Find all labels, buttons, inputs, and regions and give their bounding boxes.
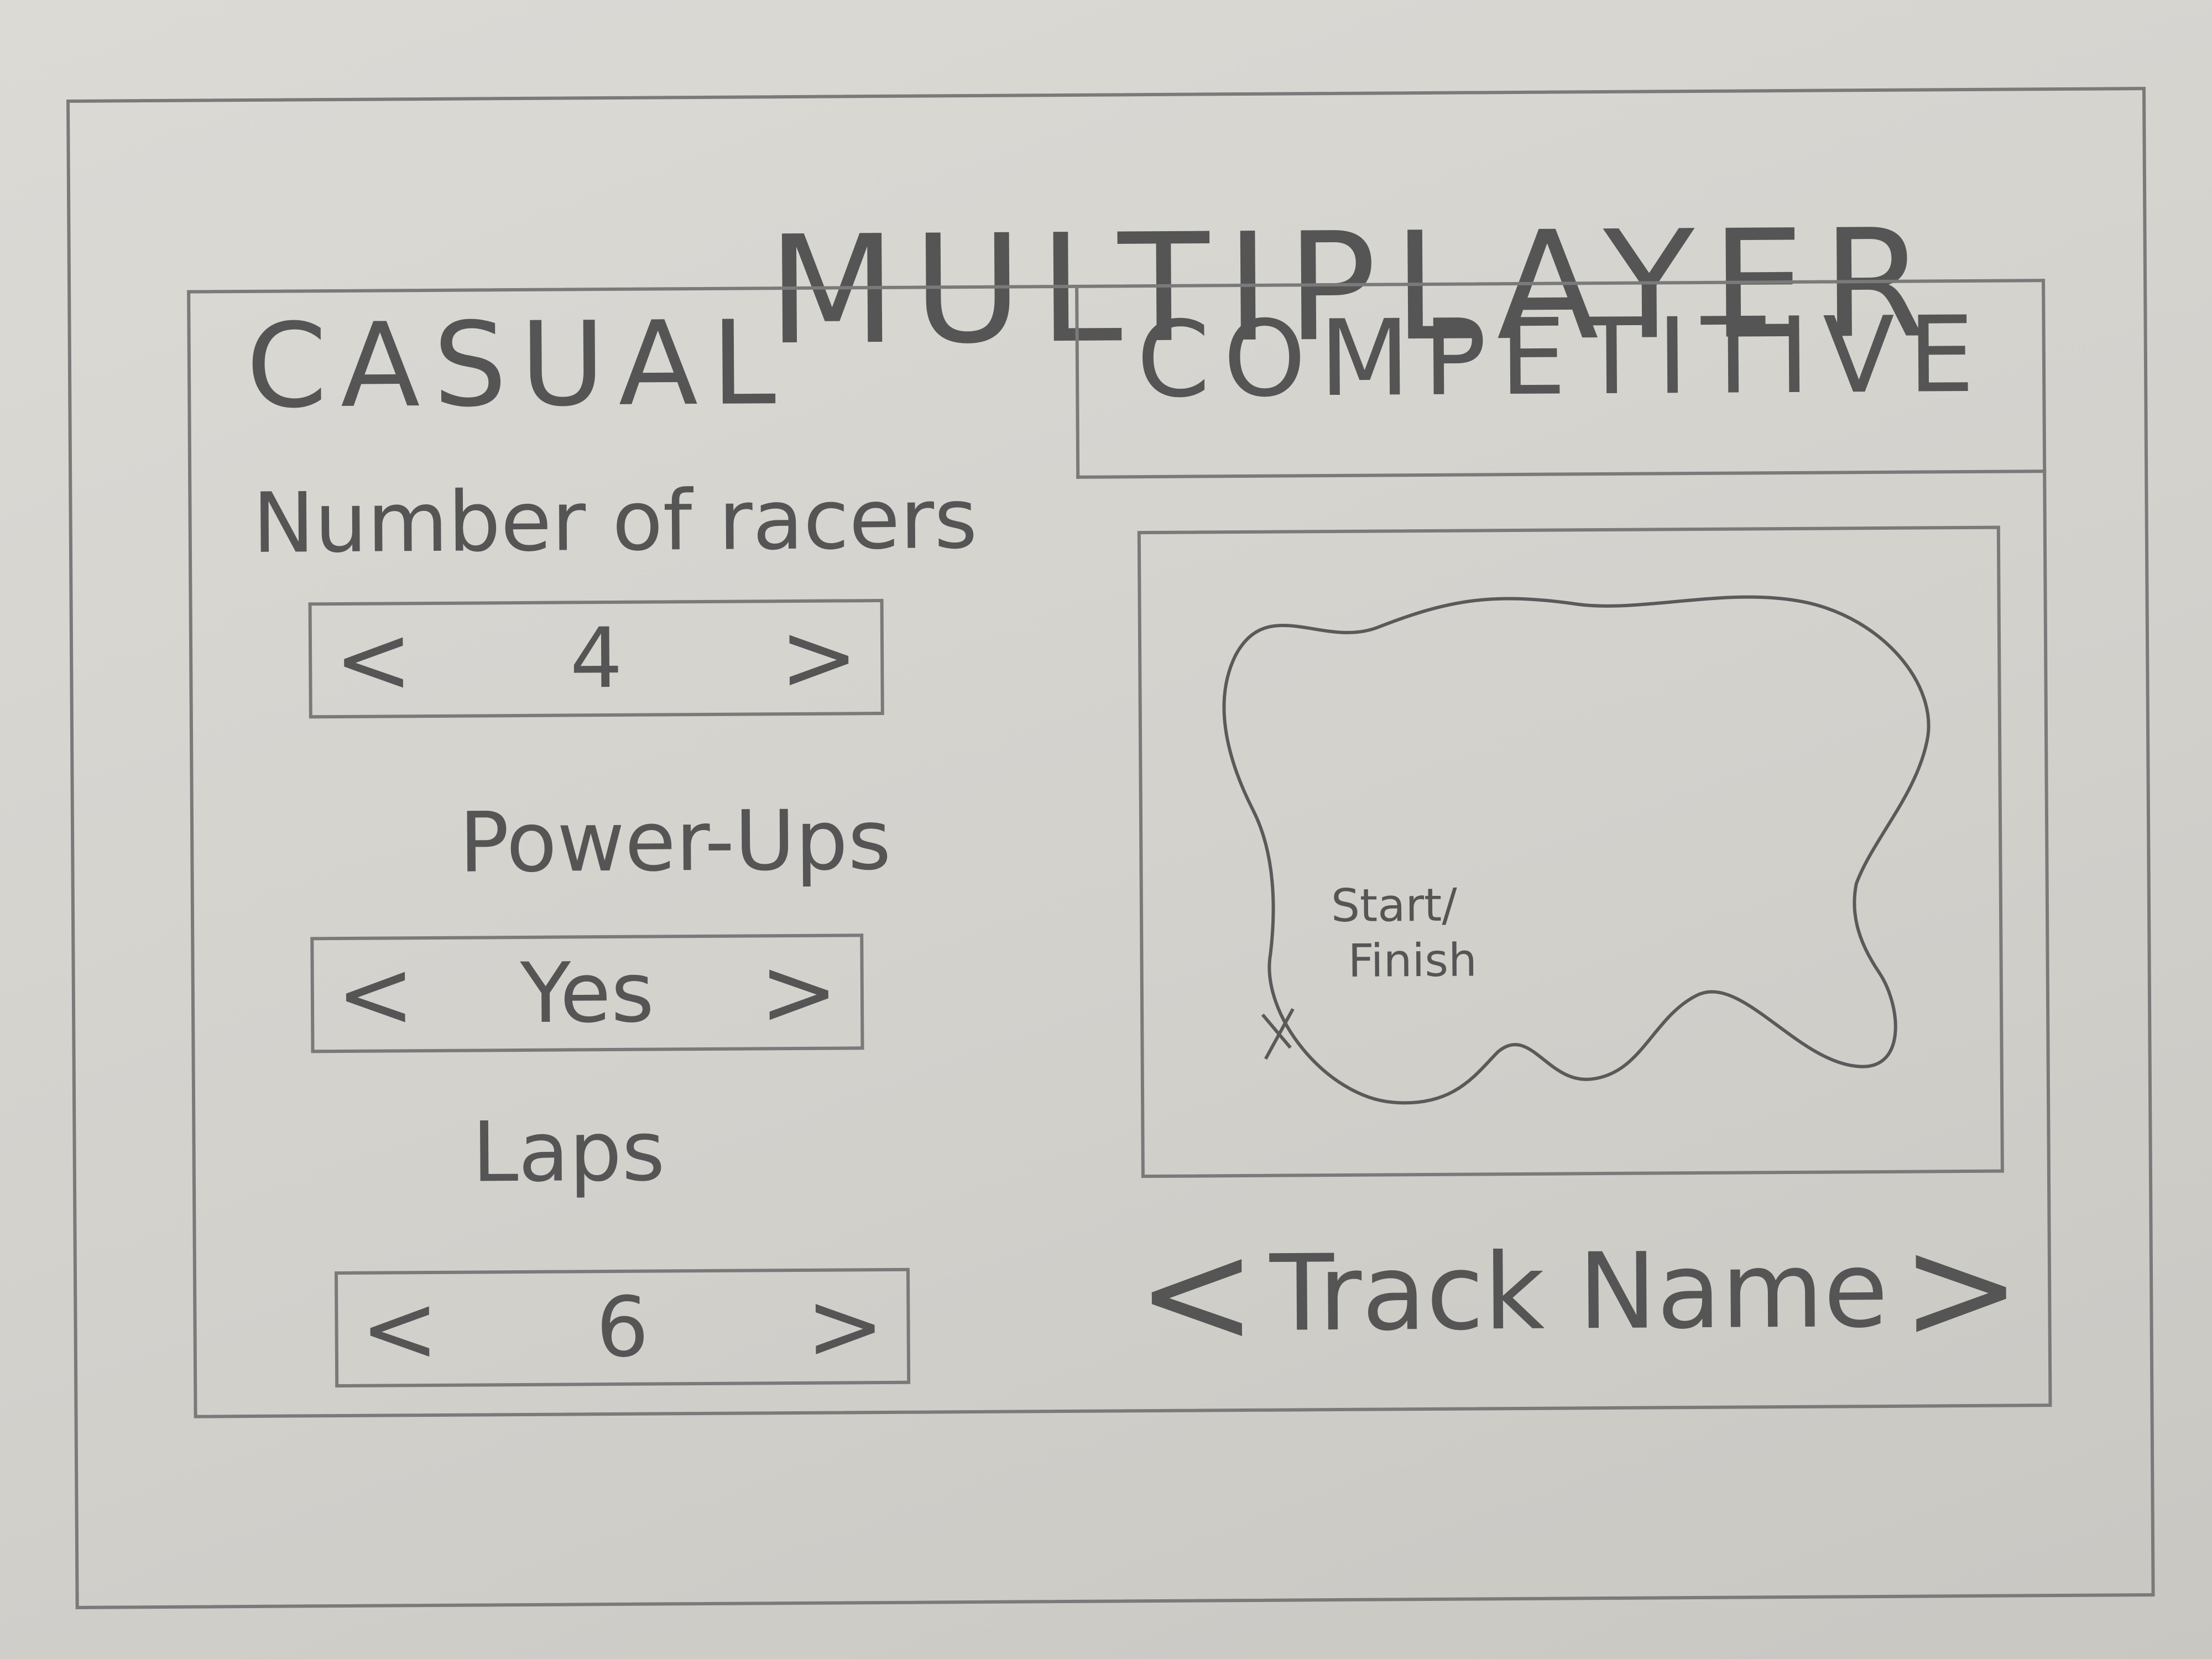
powerups-stepper: < Yes > — [310, 933, 864, 1053]
track-preview: Start/ Finish — [1137, 525, 2004, 1178]
track-map — [1222, 595, 1931, 1105]
track-name: Track Name — [1269, 1228, 1888, 1355]
track-outline — [1222, 595, 1931, 1105]
powerups-value: Yes — [520, 945, 655, 1042]
mode-panel: CASUAL COMPETITIVE Number of racers < 4 … — [187, 279, 2052, 1418]
tab-competitive[interactable]: COMPETITIVE — [1075, 282, 2047, 479]
x-marker-icon — [1261, 1008, 1295, 1060]
racers-next-button[interactable]: > — [779, 602, 859, 712]
track-selector: < Track Name > — [1136, 1205, 2022, 1378]
racers-label: Number of racers — [252, 471, 978, 572]
tab-casual[interactable]: CASUAL — [190, 288, 1076, 484]
laps-label: Laps — [472, 1103, 666, 1201]
racers-stepper: < 4 > — [308, 598, 884, 719]
multiplayer-screen: MULTIPLAYER CASUAL COMPETITIVE Number of… — [66, 87, 2155, 1609]
powerups-next-button[interactable]: > — [759, 937, 839, 1047]
laps-prev-button[interactable]: < — [360, 1274, 440, 1384]
powerups-label: Power-Ups — [458, 792, 891, 891]
laps-stepper: < 6 > — [334, 1267, 911, 1388]
powerups-prev-button[interactable]: < — [336, 940, 415, 1050]
laps-next-button[interactable]: > — [806, 1271, 885, 1381]
laps-value: 6 — [596, 1279, 649, 1376]
racers-value: 4 — [569, 610, 623, 707]
start-finish-label-line1: Start/ — [1331, 879, 1458, 933]
track-prev-button[interactable]: < — [1136, 1210, 1258, 1378]
track-next-button[interactable]: > — [1900, 1205, 2022, 1373]
racers-prev-button[interactable]: < — [334, 605, 414, 715]
start-finish-label-line2: Finish — [1348, 934, 1478, 988]
